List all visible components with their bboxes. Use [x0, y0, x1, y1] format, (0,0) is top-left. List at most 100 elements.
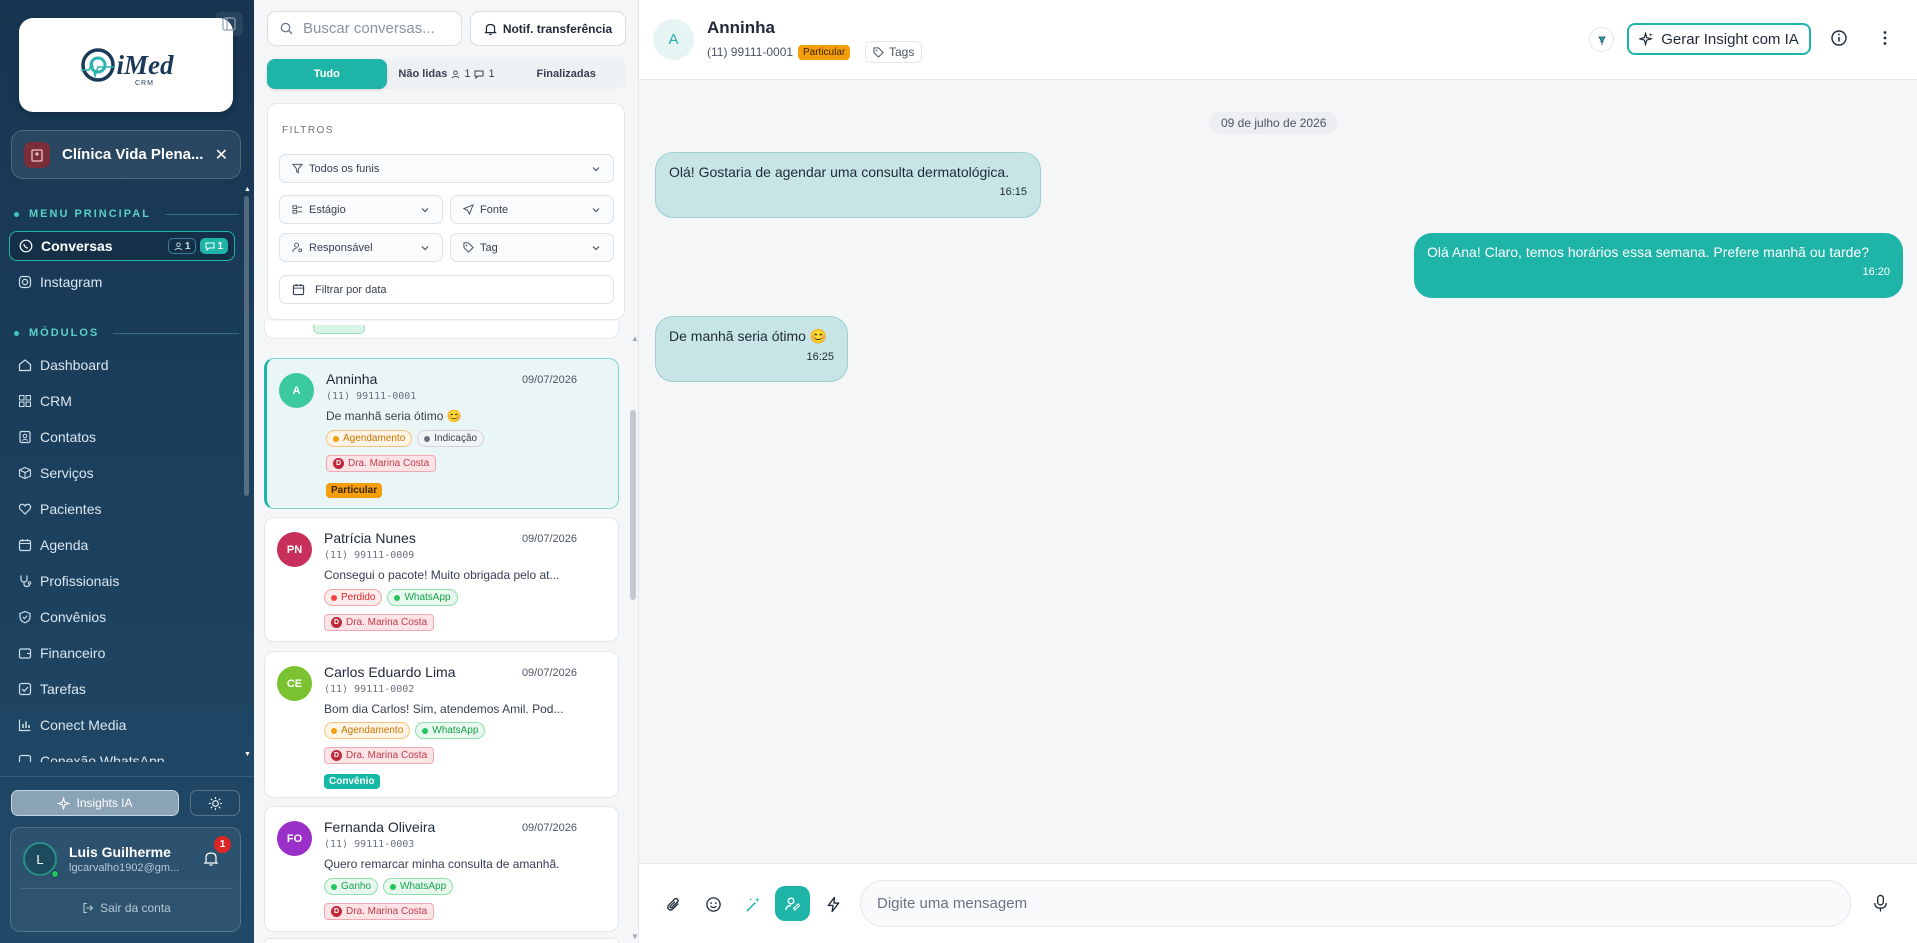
logo: iMed: [79, 46, 174, 84]
attach-icon[interactable]: [663, 894, 683, 914]
list-item[interactable]: A Anninha 09/07/2026 (11) 99111-0001 De …: [264, 358, 619, 509]
owner-select[interactable]: Responsável: [279, 233, 443, 262]
tag-select[interactable]: Tag: [450, 233, 614, 262]
magic-wand-icon[interactable]: [743, 894, 763, 914]
message-text: De manhã seria ótimo 😊: [669, 328, 828, 344]
sidebar-item-conexao-whatsapp[interactable]: Conexão WhatsApp: [9, 746, 235, 762]
sidebar-scroll-down[interactable]: ▼: [244, 751, 251, 758]
close-icon[interactable]: ✕: [215, 145, 228, 165]
tab-finalizadas[interactable]: Finalizadas: [506, 59, 626, 89]
bell-icon[interactable]: [203, 850, 219, 867]
notif-label: Notif. transferência: [502, 21, 613, 36]
sidebar-scrollbar[interactable]: [244, 196, 249, 496]
contact-phone: (11) 99111-0001: [707, 45, 794, 59]
whatsapp-icon: [19, 239, 33, 253]
sidebar-item-servicos[interactable]: Serviços: [9, 458, 235, 488]
list-item[interactable]: PN Patrícia Nunes 09/07/2026 (11) 99111-…: [264, 517, 619, 642]
list-item[interactable]: FO Fernanda Oliveira 09/07/2026 (11) 991…: [264, 806, 619, 932]
stage-tag: Ganho: [324, 878, 379, 895]
sun-icon: [208, 796, 222, 810]
source-select[interactable]: Fonte: [450, 195, 614, 224]
sidebar-item-profissionais[interactable]: Profissionais: [9, 566, 235, 596]
clinic-selector[interactable]: Clínica Vida Plena... ✕: [11, 130, 241, 179]
avatar: FO: [277, 821, 312, 856]
avatar: A: [279, 373, 314, 408]
tags-button[interactable]: Tags: [865, 41, 923, 63]
list-scrollbar[interactable]: [630, 410, 636, 600]
box-icon: [18, 466, 32, 480]
contact-name: Patrícia Nunes: [324, 530, 416, 546]
info-icon[interactable]: [1830, 29, 1848, 47]
sidebar-item-financeiro[interactable]: Financeiro: [9, 638, 235, 668]
sidebar-item-convenios[interactable]: Convênios: [9, 602, 235, 632]
last-message: De manhã seria ótimo 😊: [326, 409, 462, 423]
message-placeholder: Digite uma mensagem: [877, 895, 1028, 912]
list-item[interactable]: CE Carlos Eduardo Lima 09/07/2026 (11) 9…: [264, 651, 619, 798]
list-item[interactable]: [264, 938, 619, 943]
sidebar-item-conversas[interactable]: Conversas 1 1: [9, 231, 235, 261]
lightning-icon[interactable]: [823, 894, 843, 914]
chevron-down-icon: [592, 207, 600, 212]
generate-insight-button[interactable]: Gerar Insight com IA: [1627, 23, 1811, 55]
microphone-icon[interactable]: [1872, 894, 1889, 913]
insights-ia-button[interactable]: Insights IA: [11, 790, 179, 816]
sidebar-item-agenda[interactable]: Agenda: [9, 530, 235, 560]
sidebar-item-conect-media[interactable]: Conect Media: [9, 710, 235, 740]
conversation-date: 09/07/2026: [521, 822, 577, 834]
contact-name: Anninha: [326, 371, 378, 387]
message-composer: Digite uma mensagem: [639, 863, 1917, 943]
logo-card[interactable]: iMed CRM: [19, 18, 233, 112]
calendar-icon: [18, 539, 32, 552]
logout-icon: [83, 902, 94, 914]
pin-button[interactable]: [1589, 27, 1614, 52]
filters-title: FILTROS: [282, 125, 334, 136]
chat-header: A Anninha (11) 99111-0001 Particular Tag…: [639, 0, 1917, 80]
status-badge: Convênio: [324, 774, 380, 789]
divider: [21, 888, 232, 889]
funnel-select[interactable]: Todos os funis: [279, 154, 614, 183]
ai-assistant-button[interactable]: [775, 886, 810, 921]
more-options-icon[interactable]: [1876, 29, 1894, 47]
stage-select[interactable]: Estágio: [279, 195, 443, 224]
list-scroll-up[interactable]: ▲: [631, 334, 639, 343]
sidebar-item-instagram[interactable]: Instagram: [9, 267, 235, 297]
collapse-sidebar-button[interactable]: [215, 12, 243, 36]
sidebar-item-crm[interactable]: CRM: [9, 386, 235, 416]
unread-chat-badge: 1: [200, 238, 228, 254]
emoji-icon[interactable]: [703, 894, 723, 914]
sidebar-item-pacientes[interactable]: Pacientes: [9, 494, 235, 524]
nav-clip: Conexão WhatsApp: [0, 740, 244, 762]
tab-tudo[interactable]: Tudo: [267, 59, 387, 89]
contact-name: Anninha: [707, 18, 775, 37]
sparkle-icon: [57, 796, 71, 810]
search-icon: [280, 22, 293, 35]
search-input[interactable]: Buscar conversas...: [267, 11, 462, 46]
theme-toggle-button[interactable]: [190, 790, 240, 816]
contact-phone: (11) 99111-0003: [324, 839, 415, 850]
message-input[interactable]: Digite uma mensagem: [860, 880, 1851, 927]
doctor-tag: D Dra. Marina Costa: [324, 903, 435, 920]
sidebar-item-label: Conversas: [41, 238, 113, 254]
message-bubble-incoming: De manhã seria ótimo 😊 16:25: [655, 316, 848, 382]
logout-label: Sair da conta: [100, 901, 171, 915]
sidebar-scroll-up[interactable]: ▲: [244, 186, 251, 193]
clinic-icon: [24, 141, 50, 168]
logout-button[interactable]: Sair da conta: [11, 901, 242, 915]
sidebar-item-tarefas[interactable]: Tarefas: [9, 674, 235, 704]
search-placeholder: Buscar conversas...: [303, 20, 435, 37]
ai-person-icon: [784, 897, 800, 911]
bell-icon: [483, 23, 497, 35]
list-item[interactable]: [264, 321, 619, 339]
tab-nao-lidas[interactable]: Não lidas 1 1: [387, 59, 507, 89]
logo-sub: CRM: [135, 80, 154, 87]
sidebar-item-dashboard[interactable]: Dashboard: [9, 350, 235, 380]
user-email: lgcarvalho1902@gm...: [69, 862, 180, 874]
avatar[interactable]: A: [653, 19, 694, 60]
sidebar-item-contatos[interactable]: Contatos: [9, 422, 235, 452]
list-scroll-down[interactable]: ▼: [631, 932, 639, 941]
source-tag: WhatsApp: [415, 722, 486, 739]
sidebar-toggle-icon: [222, 17, 236, 31]
date-filter-button[interactable]: Filtrar por data: [279, 275, 614, 304]
instagram-icon: [18, 275, 32, 289]
transfer-notification-button[interactable]: Notif. transferência: [470, 11, 626, 46]
